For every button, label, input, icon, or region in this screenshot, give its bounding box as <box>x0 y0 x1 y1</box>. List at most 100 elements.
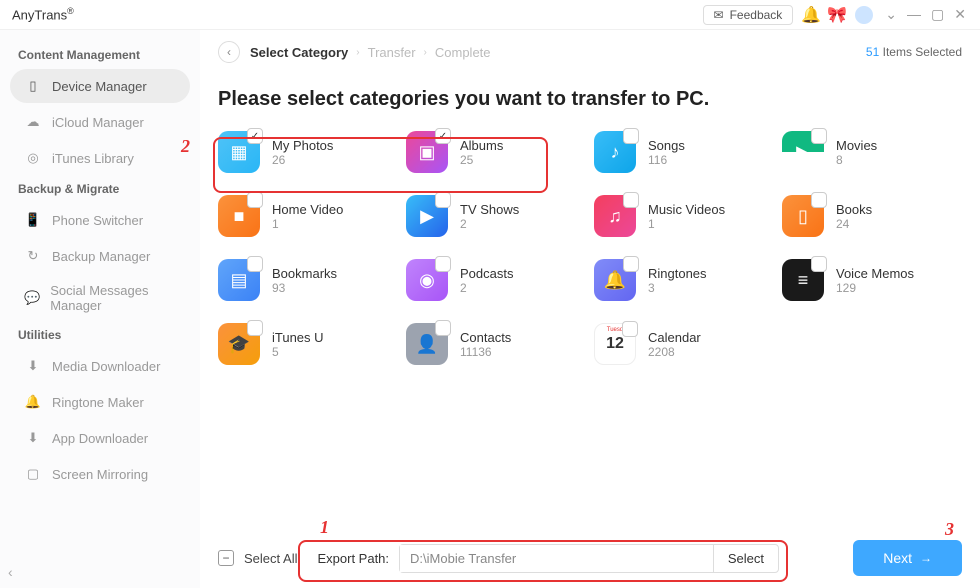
maximize-icon[interactable]: ▢ <box>929 6 946 23</box>
category-checkbox[interactable]: ✓ <box>247 128 263 144</box>
category-count: 5 <box>272 345 324 359</box>
close-icon[interactable]: ✕ <box>952 6 968 23</box>
sidebar-item-phone-switcher[interactable]: 📱 Phone Switcher <box>10 203 190 237</box>
select-all-checkbox[interactable]: − <box>218 550 234 566</box>
sidebar-item-label: iTunes Library <box>52 151 134 166</box>
device-icon: ▯ <box>24 77 42 95</box>
sidebar-item-device-manager[interactable]: ▯Device Manager <box>10 69 190 103</box>
app-icon: ⬇ <box>24 429 42 447</box>
category-count: 8 <box>836 153 877 167</box>
category-icon: 🔔 <box>594 259 636 301</box>
titlebar: AnyTrans® ✉ Feedback 🔔 🎀 ⌄ — ▢ ✕ <box>0 0 980 30</box>
sidebar-item-screen-mirroring[interactable]: ▢ Screen Mirroring <box>10 457 190 491</box>
category-name: TV Shows <box>460 202 519 217</box>
category-albums[interactable]: ▣✓ Albums25 <box>406 129 586 175</box>
dropdown-icon[interactable]: ⌄ <box>883 6 899 23</box>
category-checkbox[interactable] <box>811 256 827 272</box>
phone-icon: 📱 <box>24 211 42 229</box>
avatar[interactable] <box>855 6 873 24</box>
category-name: Voice Memos <box>836 266 914 281</box>
category-icon: ♪ <box>594 131 636 173</box>
category-labels: Bookmarks93 <box>272 266 337 295</box>
annotation-callout-1: 1 <box>320 517 329 538</box>
category-checkbox[interactable] <box>435 320 451 336</box>
category-checkbox[interactable] <box>811 128 827 144</box>
category-labels: Books24 <box>836 202 872 231</box>
feedback-button[interactable]: ✉ Feedback <box>703 5 794 25</box>
sidebar-item-label: Screen Mirroring <box>52 467 148 482</box>
category-bookmarks[interactable]: ▤Bookmarks93 <box>218 257 398 303</box>
category-checkbox[interactable] <box>623 128 639 144</box>
sidebar-item-label: App Downloader <box>52 431 148 446</box>
sidebar-collapse-button[interactable]: ‹ <box>8 564 13 580</box>
mirror-icon: ▢ <box>24 465 42 483</box>
category-icon: 👤 <box>406 323 448 365</box>
sidebar-section-title: Utilities <box>4 322 196 348</box>
category-count: 26 <box>272 153 333 167</box>
category-ringtones[interactable]: 🔔Ringtones3 <box>594 257 774 303</box>
category-checkbox[interactable] <box>435 192 451 208</box>
arrow-right-icon: → <box>920 551 932 565</box>
category-name: Calendar <box>648 330 701 345</box>
notification-icon[interactable]: 🔔 <box>803 7 819 23</box>
gift-icon[interactable]: 🎀 <box>829 7 845 23</box>
app-brand: AnyTrans® <box>12 6 74 22</box>
sidebar-section-title: Content Management <box>4 42 196 68</box>
category-name: Contacts <box>460 330 511 345</box>
category-voice-memos[interactable]: ≡Voice Memos129 <box>782 257 962 303</box>
category-movies[interactable]: ▶Movies8 <box>782 129 962 175</box>
category-checkbox[interactable] <box>435 256 451 272</box>
category-icon: ▣✓ <box>406 131 448 173</box>
sidebar-item-media-downloader[interactable]: ⬇Media Downloader <box>10 349 190 383</box>
category-checkbox[interactable] <box>247 256 263 272</box>
category-grid: ▦✓My Photos26▣✓Albums25♪Songs116▶Movies8… <box>218 129 962 367</box>
category-name: My Photos <box>272 138 333 153</box>
category-podcasts[interactable]: ◉Podcasts2 <box>406 257 586 303</box>
category-checkbox[interactable] <box>623 256 639 272</box>
category-checkbox[interactable] <box>811 192 827 208</box>
sidebar-item-social-messages-manager[interactable]: 💬Social Messages Manager <box>10 275 190 321</box>
sidebar: Content Management▯Device Manager☁iCloud… <box>0 30 200 588</box>
sidebar-item-ringtone-maker[interactable]: 🔔Ringtone Maker <box>10 385 190 419</box>
category-labels: Albums25 <box>460 138 503 167</box>
category-name: iTunes U <box>272 330 324 345</box>
minimize-icon[interactable]: — <box>905 6 923 23</box>
category-tv-shows[interactable]: ▶TV Shows2 <box>406 193 586 239</box>
breadcrumb-step-1[interactable]: Select Category <box>250 45 348 60</box>
breadcrumb: Select Category › Transfer › Complete <box>250 45 491 60</box>
category-music-videos[interactable]: ♫Music Videos1 <box>594 193 774 239</box>
select-all-label: Select All <box>244 551 297 566</box>
export-path-select-button[interactable]: Select <box>713 545 778 572</box>
export-path-input[interactable] <box>400 545 713 572</box>
category-contacts[interactable]: 👤Contacts11136 <box>406 321 586 367</box>
category-checkbox[interactable]: ✓ <box>435 128 451 144</box>
category-count: 2 <box>460 281 513 295</box>
category-labels: Calendar2208 <box>648 330 701 359</box>
envelope-icon: ✉ <box>714 8 724 22</box>
sidebar-item-app-downloader[interactable]: ⬇ App Downloader <box>10 421 190 455</box>
category-itunes-u[interactable]: 🎓iTunes U5 <box>218 321 398 367</box>
chevron-right-icon: › <box>356 47 359 58</box>
category-calendar[interactable]: Tuesd12Calendar2208 <box>594 321 774 367</box>
sidebar-item-icloud-manager[interactable]: ☁iCloud Manager <box>10 105 190 139</box>
category-name: Books <box>836 202 872 217</box>
category-songs[interactable]: ♪Songs116 <box>594 129 774 175</box>
next-button[interactable]: Next → <box>853 540 962 576</box>
sidebar-item-itunes-library[interactable]: ◎iTunes Library <box>10 141 190 175</box>
category-my-photos[interactable]: ▦✓My Photos26 <box>218 129 398 175</box>
category-checkbox[interactable] <box>623 192 639 208</box>
category-home-video[interactable]: ■Home Video1 <box>218 193 398 239</box>
breadcrumb-back-button[interactable]: ‹ <box>218 41 240 63</box>
category-labels: Music Videos1 <box>648 202 725 231</box>
sidebar-item-label: Ringtone Maker <box>52 395 144 410</box>
download-icon: ⬇ <box>24 357 42 375</box>
bottom-bar: − Select All Export Path: Select Next → <box>218 540 962 576</box>
category-checkbox[interactable] <box>247 320 263 336</box>
category-books[interactable]: ▯Books24 <box>782 193 962 239</box>
category-count: 93 <box>272 281 337 295</box>
sidebar-item-label: Phone Switcher <box>52 213 143 228</box>
category-labels: Movies8 <box>836 138 877 167</box>
sidebar-item-backup-manager[interactable]: ↻Backup Manager <box>10 239 190 273</box>
category-checkbox[interactable] <box>247 192 263 208</box>
category-checkbox[interactable] <box>622 321 638 337</box>
